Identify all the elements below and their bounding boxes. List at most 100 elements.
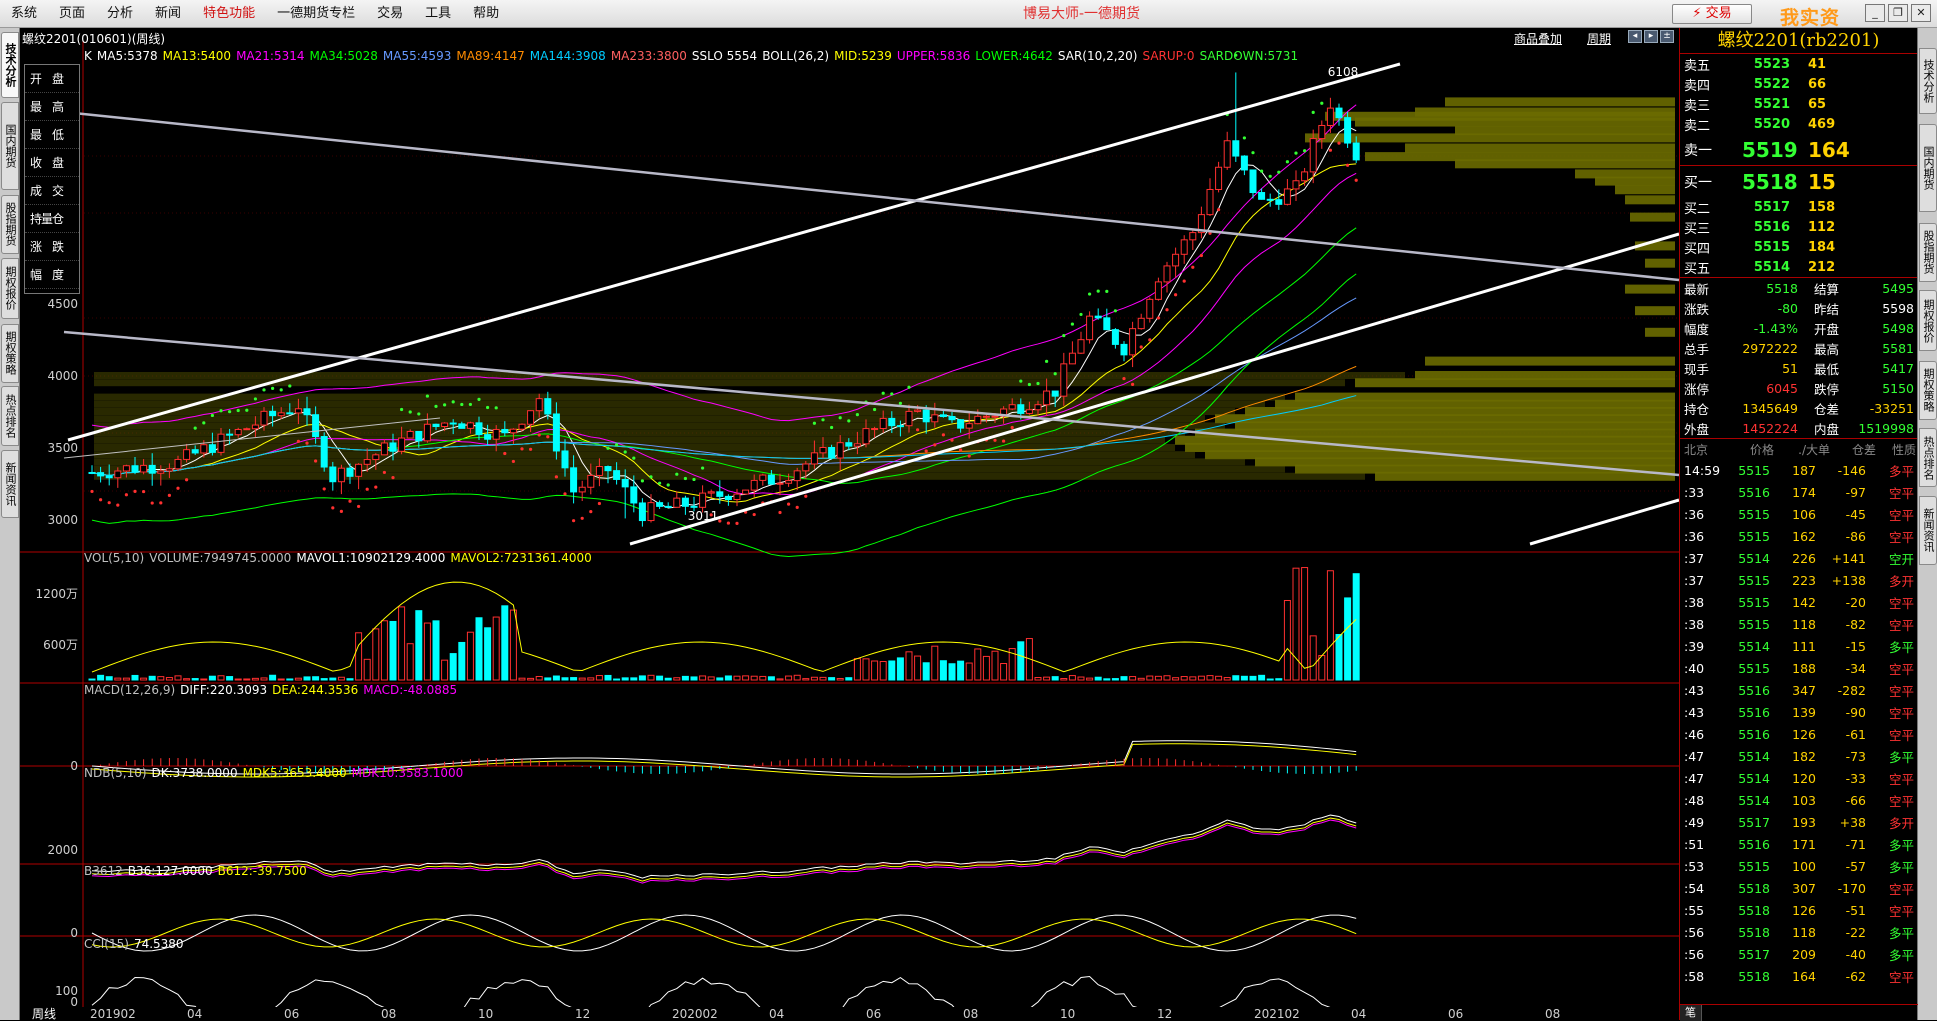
right-tab-4[interactable]: 期权策略	[1919, 360, 1937, 421]
stat-row: 持仓 1345649 仓差 -33251	[1680, 398, 1917, 418]
ask-row[interactable]: 卖五 5523 41	[1680, 54, 1917, 74]
tick-row[interactable]: :51 5516 171 -71 多平	[1680, 833, 1917, 855]
ask-row[interactable]: 卖二 5520 469	[1680, 114, 1917, 134]
sar-dot	[847, 419, 851, 423]
tick-row[interactable]: :43 5516 347 -282 空平	[1680, 679, 1917, 701]
menu-item-2[interactable]: 分析	[96, 0, 144, 28]
menu-item-0[interactable]: 系统	[0, 0, 48, 28]
tick-row[interactable]: :36 5515 106 -45 空平	[1680, 503, 1917, 525]
volume-bar	[957, 660, 965, 681]
ask-row[interactable]: 卖四 5522 66	[1680, 74, 1917, 94]
restore-icon[interactable]: ❐	[1888, 4, 1908, 22]
candle-body	[896, 425, 904, 428]
menu-item-8[interactable]: 帮助	[462, 0, 510, 28]
ask-row[interactable]: 卖三 5521 65	[1680, 94, 1917, 114]
menu-item-4[interactable]: 特色功能	[192, 0, 266, 28]
chart-area[interactable]: 4500 4000 3500 3000 6108 3011 1200万 600万 0 2000 0 1…	[20, 28, 1679, 1020]
tick-row[interactable]: :36 5515 162 -86 空平	[1680, 525, 1917, 547]
left-tab-5[interactable]: 热点排名	[1, 386, 19, 446]
volume-bar	[1249, 675, 1257, 681]
candle-body	[982, 415, 990, 418]
indicator-value: SARUP:0	[1142, 49, 1195, 63]
left-tab-6[interactable]: 新闻资讯	[1, 450, 19, 519]
tick-nature: 空平	[1888, 529, 1914, 545]
candle-body	[845, 442, 853, 447]
right-arrow-icon[interactable]: ▸	[1644, 30, 1658, 43]
indicator-value: DIFF:220.3093	[180, 683, 268, 697]
bid-row[interactable]: 买二 5517 158	[1680, 197, 1917, 217]
footer-tab[interactable]: 笔	[1680, 1005, 1702, 1021]
minimize-icon[interactable]: _	[1865, 4, 1885, 22]
tick-price: 5514	[1738, 638, 1770, 654]
sar-dot	[434, 404, 438, 408]
tick-row[interactable]: :39 5514 111 -15 多平	[1680, 635, 1917, 657]
ask-row[interactable]: 卖一 5519 164	[1680, 134, 1917, 165]
menu-item-5[interactable]: 一德期货专栏	[266, 0, 366, 28]
volume-profile-bar	[1455, 159, 1675, 169]
tick-time: :47	[1684, 748, 1705, 764]
tick-row[interactable]: :47 5514 120 -33 空平	[1680, 767, 1917, 789]
right-tab-6[interactable]: 新闻资讯	[1919, 496, 1937, 565]
menu-item-3[interactable]: 新闻	[144, 0, 192, 28]
menu-item-6[interactable]: 交易	[366, 0, 414, 28]
volume-profile-band	[94, 393, 1285, 401]
tick-row[interactable]: :47 5514 182 -73 多平	[1680, 745, 1917, 767]
tick-row[interactable]: :55 5518 126 -51 空平	[1680, 899, 1917, 921]
candle-body	[819, 446, 827, 454]
tick-row[interactable]: 14:59 5515 187 -146 多平	[1680, 459, 1917, 481]
close-icon[interactable]: ✕	[1911, 4, 1931, 22]
left-tab-0[interactable]: 技术分析	[1, 32, 19, 98]
volume-bar	[733, 675, 741, 681]
right-tab-3[interactable]: 期权报价	[1919, 289, 1937, 352]
menu-item-7[interactable]: 工具	[414, 0, 462, 28]
stat-row: 现手 51 最低 5417	[1680, 358, 1917, 378]
candle-body	[647, 502, 655, 522]
left-tab-2[interactable]: 股指期货	[1, 194, 19, 255]
menu-item-1[interactable]: 页面	[48, 0, 96, 28]
tick-row[interactable]: :37 5515 223 +138 多开	[1680, 569, 1917, 591]
tick-row[interactable]: :54 5518 307 -170 空平	[1680, 877, 1917, 899]
tick-row[interactable]: :56 5518 118 -22 多平	[1680, 921, 1917, 943]
sar-dot	[623, 450, 627, 454]
tick-row[interactable]: :53 5515 100 -57 多平	[1680, 855, 1917, 877]
tick-row[interactable]: :56 5517 209 -40 多平	[1680, 943, 1917, 965]
tick-row[interactable]: :38 5515 118 -82 空平	[1680, 613, 1917, 635]
tick-row[interactable]: :40 5515 188 -34 空平	[1680, 657, 1917, 679]
overlay-commodity-link[interactable]: 商品叠加	[1514, 30, 1562, 47]
volume-bar	[329, 677, 337, 681]
book-label: 买五	[1684, 261, 1711, 277]
cci-axis-label: 0	[70, 995, 78, 1009]
right-tab-5[interactable]: 热点排名	[1919, 427, 1937, 488]
tick-volume: 142	[1792, 594, 1816, 610]
tick-header-cell: 仓差	[1851, 442, 1876, 457]
tick-row[interactable]: :33 5516 174 -97 空平	[1680, 481, 1917, 503]
tick-row[interactable]: :38 5515 142 -20 空平	[1680, 591, 1917, 613]
bid-row[interactable]: 买一 5518 15	[1680, 166, 1917, 197]
volume-bar	[914, 655, 922, 681]
tick-row[interactable]: :58 5518 164 -62 空平	[1680, 965, 1917, 987]
tick-row[interactable]: :37 5514 226 +141 空开	[1680, 547, 1917, 569]
tick-row[interactable]: :48 5514 103 -66 空平	[1680, 789, 1917, 811]
right-tab-2[interactable]: 股指期货	[1919, 222, 1937, 283]
trade-button[interactable]: ⚡ 交易	[1672, 4, 1752, 24]
tick-row[interactable]: :46 5516 126 -61 空平	[1680, 723, 1917, 745]
bid-row[interactable]: 买四 5515 184	[1680, 237, 1917, 257]
volume-bar	[1189, 676, 1197, 681]
bid-row[interactable]: 买三 5516 112	[1680, 217, 1917, 237]
right-tab-1[interactable]: 国内期货	[1919, 123, 1937, 212]
period-link[interactable]: 周期	[1587, 30, 1611, 47]
left-tab-3[interactable]: 期权报价	[1, 257, 19, 320]
sar-dot	[1105, 289, 1109, 293]
right-tab-0[interactable]: 技术分析	[1919, 48, 1937, 114]
tick-row[interactable]: :49 5517 193 +38 多开	[1680, 811, 1917, 833]
zoom-icon[interactable]: ±	[1660, 30, 1674, 43]
tick-row[interactable]: :43 5516 139 -90 空平	[1680, 701, 1917, 723]
bid-row[interactable]: 买五 5514 212	[1680, 257, 1917, 277]
left-tab-1[interactable]: 国内期货	[1, 102, 19, 191]
left-tab-4[interactable]: 期权策略	[1, 323, 19, 383]
tick-list[interactable]: 14:59 5515 187 -146 多平:33 5516 174 -97 空平:36 5515…	[1680, 459, 1917, 987]
macd-indicator-label: MACD(12,26,9) DIFF:220.3093 DEA:244.3536 MA…	[84, 683, 462, 697]
candle-body	[656, 502, 664, 507]
left-arrow-icon[interactable]: ◂	[1628, 30, 1642, 43]
candle-body	[466, 422, 474, 429]
